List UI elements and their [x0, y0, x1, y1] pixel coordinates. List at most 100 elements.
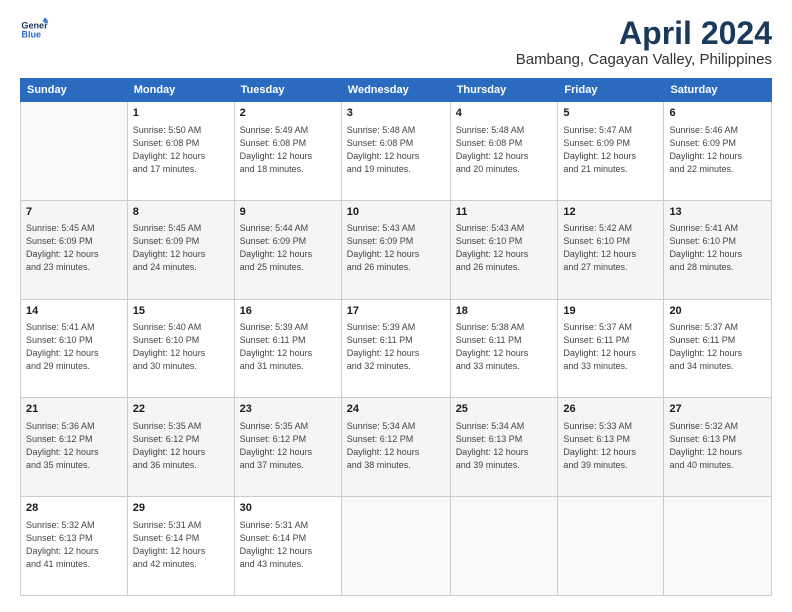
day-info: Sunrise: 5:48 AM Sunset: 6:08 PM Dayligh…	[456, 124, 553, 176]
title-block: April 2024 Bambang, Cagayan Valley, Phil…	[516, 16, 772, 68]
weekday-header-tuesday: Tuesday	[234, 79, 341, 102]
calendar-cell: 4 Sunrise: 5:48 AM Sunset: 6:08 PM Daylig…	[450, 102, 558, 201]
weekday-header-wednesday: Wednesday	[341, 79, 450, 102]
calendar-cell: 6 Sunrise: 5:46 AM Sunset: 6:09 PM Daylig…	[664, 102, 772, 201]
calendar-cell: 2 Sunrise: 5:49 AM Sunset: 6:08 PM Daylig…	[234, 102, 341, 201]
day-number: 16	[240, 304, 336, 319]
day-number: 28	[26, 501, 122, 516]
calendar-cell: 23 Sunrise: 5:35 AM Sunset: 6:12 PM Dayli…	[234, 398, 341, 497]
calendar-cell	[558, 497, 664, 596]
day-info: Sunrise: 5:36 AM Sunset: 6:12 PM Dayligh…	[26, 420, 122, 472]
calendar-week-2: 7 Sunrise: 5:45 AM Sunset: 6:09 PM Daylig…	[21, 200, 772, 299]
day-info: Sunrise: 5:44 AM Sunset: 6:09 PM Dayligh…	[240, 222, 336, 274]
calendar-cell	[664, 497, 772, 596]
calendar-cell: 7Sunrise: 5:45 AM Sunset: 6:09 PM Daylig…	[21, 200, 128, 299]
calendar-week-3: 14 Sunrise: 5:41 AM Sunset: 6:10 PM Dayli…	[21, 299, 772, 398]
day-number: 12	[563, 205, 658, 220]
day-number: 5	[563, 106, 658, 121]
calendar-cell: 25Sunrise: 5:34 AM Sunset: 6:13 PM Dayli…	[450, 398, 558, 497]
day-number: 3	[347, 106, 445, 121]
calendar-cell: 21Sunrise: 5:36 AM Sunset: 6:12 PM Dayli…	[21, 398, 128, 497]
day-info: Sunrise: 5:31 AM Sunset: 6:14 PM Dayligh…	[133, 519, 229, 571]
calendar-week-5: 28 Sunrise: 5:32 AM Sunset: 6:13 PM Dayli…	[21, 497, 772, 596]
weekday-header-thursday: Thursday	[450, 79, 558, 102]
day-number: 20	[669, 304, 766, 319]
calendar-cell: 22Sunrise: 5:35 AM Sunset: 6:12 PM Dayli…	[127, 398, 234, 497]
calendar-cell: 1Sunrise: 5:50 AM Sunset: 6:08 PM Daylig…	[127, 102, 234, 201]
day-number: 10	[347, 205, 445, 220]
weekday-header-monday: Monday	[127, 79, 234, 102]
day-number: 18	[456, 304, 553, 319]
calendar-cell: 9 Sunrise: 5:44 AM Sunset: 6:09 PM Daylig…	[234, 200, 341, 299]
day-number: 26	[563, 402, 658, 417]
weekday-header-friday: Friday	[558, 79, 664, 102]
day-info: Sunrise: 5:43 AM Sunset: 6:10 PM Dayligh…	[456, 222, 553, 274]
day-number: 30	[240, 501, 336, 516]
day-number: 4	[456, 106, 553, 121]
subtitle: Bambang, Cagayan Valley, Philippines	[516, 51, 772, 68]
calendar-cell: 18 Sunrise: 5:38 AM Sunset: 6:11 PM Dayli…	[450, 299, 558, 398]
day-number: 8	[133, 205, 229, 220]
calendar-cell: 29 Sunrise: 5:31 AM Sunset: 6:14 PM Dayli…	[127, 497, 234, 596]
day-info: Sunrise: 5:31 AM Sunset: 6:14 PM Dayligh…	[240, 519, 336, 571]
day-info: Sunrise: 5:32 AM Sunset: 6:13 PM Dayligh…	[669, 420, 766, 472]
day-number: 9	[240, 205, 336, 220]
day-number: 29	[133, 501, 229, 516]
day-number: 13	[669, 205, 766, 220]
day-info: Sunrise: 5:38 AM Sunset: 6:11 PM Dayligh…	[456, 321, 553, 373]
day-info: Sunrise: 5:37 AM Sunset: 6:11 PM Dayligh…	[563, 321, 658, 373]
day-number: 19	[563, 304, 658, 319]
day-info: Sunrise: 5:43 AM Sunset: 6:09 PM Dayligh…	[347, 222, 445, 274]
calendar-cell	[21, 102, 128, 201]
day-info: Sunrise: 5:34 AM Sunset: 6:13 PM Dayligh…	[456, 420, 553, 472]
day-info: Sunrise: 5:35 AM Sunset: 6:12 PM Dayligh…	[240, 420, 336, 472]
calendar-cell	[341, 497, 450, 596]
calendar-cell: 10 Sunrise: 5:43 AM Sunset: 6:09 PM Dayli…	[341, 200, 450, 299]
day-info: Sunrise: 5:41 AM Sunset: 6:10 PM Dayligh…	[26, 321, 122, 373]
page: General Blue April 2024 Bambang, Cagayan…	[0, 0, 792, 612]
weekday-header-saturday: Saturday	[664, 79, 772, 102]
day-number: 15	[133, 304, 229, 319]
calendar-cell: 19 Sunrise: 5:37 AM Sunset: 6:11 PM Dayli…	[558, 299, 664, 398]
day-info: Sunrise: 5:48 AM Sunset: 6:08 PM Dayligh…	[347, 124, 445, 176]
day-info: Sunrise: 5:50 AM Sunset: 6:08 PM Dayligh…	[133, 124, 229, 176]
calendar-week-1: 1Sunrise: 5:50 AM Sunset: 6:08 PM Daylig…	[21, 102, 772, 201]
day-info: Sunrise: 5:41 AM Sunset: 6:10 PM Dayligh…	[669, 222, 766, 274]
day-number: 23	[240, 402, 336, 417]
day-number: 17	[347, 304, 445, 319]
calendar-cell: 12 Sunrise: 5:42 AM Sunset: 6:10 PM Dayli…	[558, 200, 664, 299]
calendar-cell: 16 Sunrise: 5:39 AM Sunset: 6:11 PM Dayli…	[234, 299, 341, 398]
day-info: Sunrise: 5:32 AM Sunset: 6:13 PM Dayligh…	[26, 519, 122, 571]
calendar-cell: 14 Sunrise: 5:41 AM Sunset: 6:10 PM Dayli…	[21, 299, 128, 398]
day-number: 6	[669, 106, 766, 121]
calendar-cell	[450, 497, 558, 596]
day-info: Sunrise: 5:33 AM Sunset: 6:13 PM Dayligh…	[563, 420, 658, 472]
header: General Blue April 2024 Bambang, Cagayan…	[20, 16, 772, 68]
day-number: 11	[456, 205, 553, 220]
calendar-cell: 13 Sunrise: 5:41 AM Sunset: 6:10 PM Dayli…	[664, 200, 772, 299]
day-number: 22	[133, 402, 229, 417]
day-info: Sunrise: 5:37 AM Sunset: 6:11 PM Dayligh…	[669, 321, 766, 373]
day-number: 2	[240, 106, 336, 121]
calendar-cell: 5 Sunrise: 5:47 AM Sunset: 6:09 PM Daylig…	[558, 102, 664, 201]
day-info: Sunrise: 5:39 AM Sunset: 6:11 PM Dayligh…	[240, 321, 336, 373]
day-info: Sunrise: 5:47 AM Sunset: 6:09 PM Dayligh…	[563, 124, 658, 176]
calendar-cell: 15 Sunrise: 5:40 AM Sunset: 6:10 PM Dayli…	[127, 299, 234, 398]
day-info: Sunrise: 5:49 AM Sunset: 6:08 PM Dayligh…	[240, 124, 336, 176]
calendar-header-row: SundayMondayTuesdayWednesdayThursdayFrid…	[21, 79, 772, 102]
day-number: 24	[347, 402, 445, 417]
calendar-cell: 11 Sunrise: 5:43 AM Sunset: 6:10 PM Dayli…	[450, 200, 558, 299]
day-number: 7	[26, 205, 122, 220]
calendar-cell: 17Sunrise: 5:39 AM Sunset: 6:11 PM Dayli…	[341, 299, 450, 398]
day-number: 14	[26, 304, 122, 319]
day-info: Sunrise: 5:45 AM Sunset: 6:09 PM Dayligh…	[133, 222, 229, 274]
svg-text:Blue: Blue	[21, 30, 41, 40]
calendar-cell: 30 Sunrise: 5:31 AM Sunset: 6:14 PM Dayli…	[234, 497, 341, 596]
day-info: Sunrise: 5:34 AM Sunset: 6:12 PM Dayligh…	[347, 420, 445, 472]
day-info: Sunrise: 5:46 AM Sunset: 6:09 PM Dayligh…	[669, 124, 766, 176]
calendar-week-4: 21Sunrise: 5:36 AM Sunset: 6:12 PM Dayli…	[21, 398, 772, 497]
day-info: Sunrise: 5:42 AM Sunset: 6:10 PM Dayligh…	[563, 222, 658, 274]
calendar-cell: 26 Sunrise: 5:33 AM Sunset: 6:13 PM Dayli…	[558, 398, 664, 497]
calendar-cell: 27Sunrise: 5:32 AM Sunset: 6:13 PM Dayli…	[664, 398, 772, 497]
day-info: Sunrise: 5:40 AM Sunset: 6:10 PM Dayligh…	[133, 321, 229, 373]
